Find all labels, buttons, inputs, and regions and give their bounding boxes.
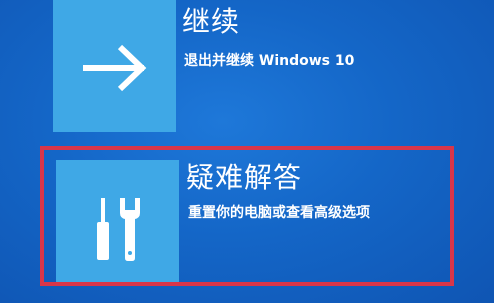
troubleshoot-title: 疑难解答 xyxy=(186,161,303,194)
tools-icon xyxy=(97,198,140,261)
troubleshoot-description: 重置你的电脑或查看高级选项 xyxy=(188,205,370,221)
troubleshoot-tile[interactable] xyxy=(56,160,179,284)
continue-description: 退出并继续 Windows 10 xyxy=(184,53,355,69)
continue-title: 继续 xyxy=(182,5,241,38)
troubleshoot-option[interactable]: 疑难解答 重置你的电脑或查看高级选项 xyxy=(0,146,494,288)
wrench-hole xyxy=(128,251,132,255)
screwdriver-shaft xyxy=(101,198,105,222)
continue-tile[interactable] xyxy=(53,0,176,132)
screwdriver-handle xyxy=(97,222,109,260)
continue-option[interactable]: 继续 退出并继续 Windows 10 xyxy=(0,0,494,135)
arrow-right-icon xyxy=(83,44,147,92)
